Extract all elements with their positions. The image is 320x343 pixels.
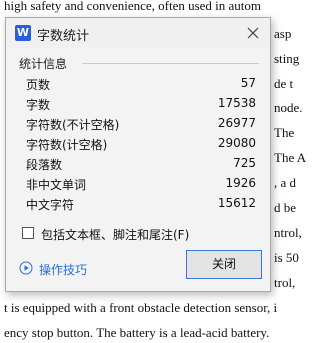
tips-label[interactable]: 操作技巧 xyxy=(39,261,87,278)
stat-label: 字符数(不计空格) xyxy=(26,118,120,132)
document-line: ency stop button. The battery is a lead-… xyxy=(4,325,270,340)
stat-row-non-chinese-words: 非中文单词 1926 xyxy=(26,174,256,194)
stat-value: 15612 xyxy=(217,196,256,210)
stat-row-words: 字数 17538 xyxy=(26,94,256,114)
stat-row-pages: 页数 57 xyxy=(26,74,256,94)
stat-label: 页数 xyxy=(26,78,51,92)
document-fragment: , a d xyxy=(274,175,297,190)
section-divider xyxy=(82,63,259,64)
stat-value: 26977 xyxy=(217,116,256,130)
stat-value: 1926 xyxy=(225,176,256,190)
stat-value: 57 xyxy=(240,76,256,90)
stats-list: 页数 57 字数 17538 字符数(不计空格) 26977 字符数(计空格) … xyxy=(26,74,256,214)
document-fragment: ntrol, xyxy=(274,225,302,240)
word-count-dialog: W 字数统计 统计信息 页数 57 字数 17538 字符数(不计空格) 269… xyxy=(5,17,271,292)
document-fragment: node. xyxy=(274,100,303,115)
stat-value: 17538 xyxy=(217,96,256,110)
document-line: t is equipped with a front obstacle dete… xyxy=(4,300,278,315)
wps-writer-icon: W xyxy=(15,25,31,41)
stat-label: 字符数(计空格) xyxy=(26,138,108,152)
stat-row-paragraphs: 段落数 725 xyxy=(26,154,256,174)
stat-row-chinese-chars: 中文字符 15612 xyxy=(26,194,256,214)
stat-label: 段落数 xyxy=(26,158,63,172)
document-fragment: is 50 xyxy=(274,250,299,265)
document-fragment: trol, xyxy=(274,275,296,290)
stat-value: 725 xyxy=(233,156,256,170)
play-circle-icon xyxy=(19,261,33,275)
dialog-title: 字数统计 xyxy=(37,29,90,44)
include-textboxes-checkbox[interactable] xyxy=(22,227,34,239)
document-fragment: The A xyxy=(274,150,307,165)
document-fragment: asp xyxy=(274,26,292,41)
stat-label: 非中文单词 xyxy=(26,178,87,192)
close-icon[interactable] xyxy=(244,24,262,42)
checkbox-label[interactable]: 包括文本框、脚注和尾注(F) xyxy=(41,226,189,243)
stat-row-chars-no-spaces: 字符数(不计空格) 26977 xyxy=(26,114,256,134)
section-label: 统计信息 xyxy=(19,57,68,71)
stat-label: 字数 xyxy=(26,98,51,112)
document-fragment: d be xyxy=(274,200,297,215)
close-button[interactable]: 关闭 xyxy=(186,250,262,279)
dialog-titlebar[interactable]: W 字数统计 xyxy=(6,18,270,48)
document-fragment: The xyxy=(274,125,295,140)
document-line: high safety and convenience, often used … xyxy=(4,0,262,13)
stat-row-chars-with-spaces: 字符数(计空格) 29080 xyxy=(26,134,256,154)
document-fragment: sting xyxy=(274,51,300,66)
document-fragment: de t xyxy=(274,76,294,91)
stat-value: 29080 xyxy=(217,136,256,150)
stat-label: 中文字符 xyxy=(26,198,75,212)
